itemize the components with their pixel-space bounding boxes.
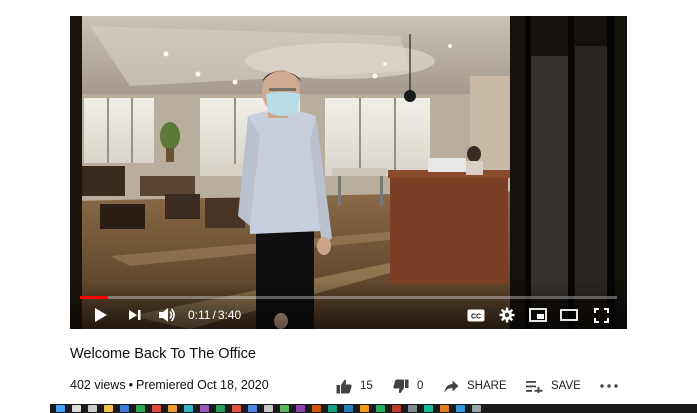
file-explorer-icon[interactable] xyxy=(104,405,113,412)
add-to-playlist-icon xyxy=(526,380,543,393)
theater-mode-icon xyxy=(560,309,578,321)
more-horizontal-icon xyxy=(600,384,618,388)
share-button[interactable]: SHARE xyxy=(444,376,507,396)
like-count: 15 xyxy=(360,380,373,392)
play-button[interactable] xyxy=(92,305,110,325)
volume-icon xyxy=(159,308,175,322)
settings-button[interactable] xyxy=(497,305,517,325)
captions-button[interactable]: CC xyxy=(466,305,486,325)
premiere-date: Premiered Oct 18, 2020 xyxy=(135,378,269,392)
app-icon[interactable] xyxy=(456,405,465,412)
app-icon[interactable] xyxy=(152,405,161,412)
view-count: 402 views xyxy=(70,378,126,392)
video-meta: 402 views • Premiered Oct 18, 2020 xyxy=(70,378,269,392)
page: 0:11/3:40 CC Welcome Back To The Office … xyxy=(0,0,697,413)
more-actions-button[interactable] xyxy=(598,377,620,395)
app-icon[interactable] xyxy=(312,405,321,412)
app-icon[interactable] xyxy=(216,405,225,412)
dislike-count: 0 xyxy=(417,380,424,392)
video-title: Welcome Back To The Office xyxy=(70,346,256,362)
thumbs-down-icon xyxy=(393,379,409,393)
app-icon[interactable] xyxy=(328,405,337,412)
app-icon[interactable] xyxy=(424,405,433,412)
next-button[interactable] xyxy=(126,305,144,325)
save-label: SAVE xyxy=(551,380,581,392)
app-icon[interactable] xyxy=(440,405,449,412)
app-icon[interactable] xyxy=(344,405,353,412)
app-icon[interactable] xyxy=(168,405,177,412)
app-icon[interactable] xyxy=(120,405,129,412)
windows-icon[interactable] xyxy=(56,405,65,412)
time-separator: / xyxy=(212,308,216,322)
app-icon[interactable] xyxy=(248,405,257,412)
volume-button[interactable] xyxy=(156,305,178,325)
fullscreen-button[interactable] xyxy=(590,305,612,325)
search-icon[interactable] xyxy=(72,405,81,412)
gear-icon xyxy=(499,307,515,323)
captions-icon: CC xyxy=(467,309,485,321)
app-icon[interactable] xyxy=(232,405,241,412)
miniplayer-button[interactable] xyxy=(527,305,549,325)
meta-separator: • xyxy=(128,378,133,392)
duration: 3:40 xyxy=(217,308,242,322)
app-icon[interactable] xyxy=(392,405,401,412)
save-button[interactable]: SAVE xyxy=(526,376,581,396)
app-icon[interactable] xyxy=(408,405,417,412)
app-icon[interactable] xyxy=(200,405,209,412)
miniplayer-icon xyxy=(529,308,547,322)
fullscreen-icon xyxy=(593,307,609,323)
app-icon[interactable] xyxy=(296,405,305,412)
app-icon[interactable] xyxy=(184,405,193,412)
next-icon xyxy=(129,310,141,320)
share-label: SHARE xyxy=(467,380,507,392)
windows-taskbar xyxy=(50,404,697,413)
app-icon[interactable] xyxy=(376,405,385,412)
app-icon[interactable] xyxy=(136,405,145,412)
dislike-button[interactable]: 0 xyxy=(393,376,423,396)
current-time: 0:11 xyxy=(188,308,211,322)
video-player[interactable]: 0:11/3:40 CC xyxy=(70,16,627,329)
app-icon[interactable] xyxy=(264,405,273,412)
theater-mode-button[interactable] xyxy=(558,305,580,325)
captions-label: CC xyxy=(471,313,481,320)
app-icon[interactable] xyxy=(280,405,289,412)
progress-bar[interactable] xyxy=(80,296,617,299)
time-display: 0:11/3:40 xyxy=(188,306,241,324)
progress-bar-played xyxy=(80,296,108,299)
share-icon xyxy=(444,380,459,392)
thumbs-up-icon xyxy=(336,379,352,393)
play-icon xyxy=(95,308,107,322)
app-icon[interactable] xyxy=(472,405,481,412)
like-button[interactable]: 15 xyxy=(336,376,373,396)
app-icon[interactable] xyxy=(360,405,369,412)
task-view-icon[interactable] xyxy=(88,405,97,412)
